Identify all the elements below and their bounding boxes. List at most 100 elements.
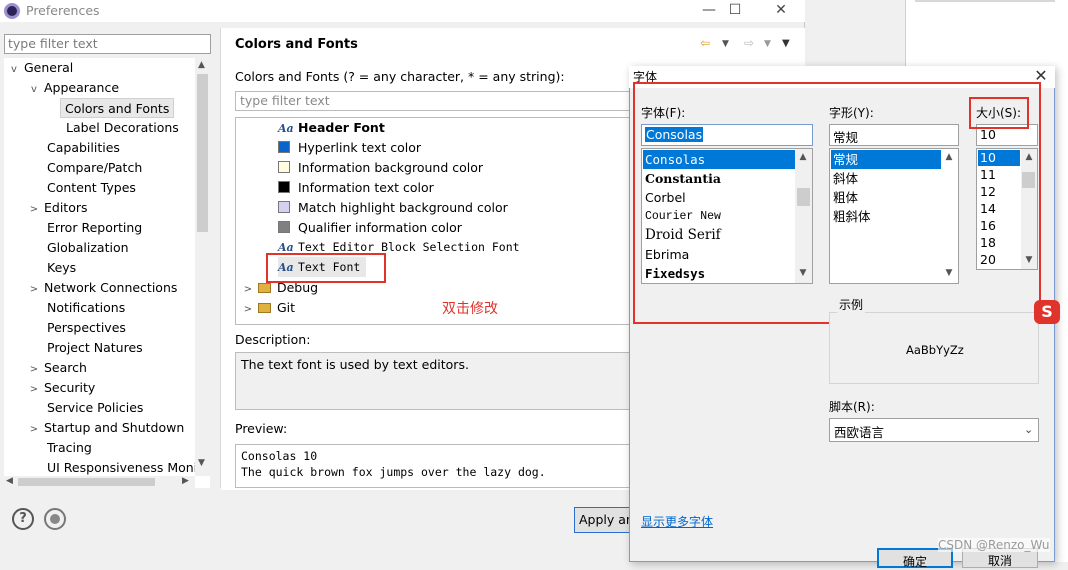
scroll-left-icon[interactable]: ◀ — [6, 476, 13, 486]
tree-item-colors-and-fonts[interactable]: Colors and Fonts — [60, 98, 175, 118]
tree-item-label: Keys — [47, 260, 77, 275]
close-button[interactable]: ✕ — [758, 0, 804, 22]
list-item-info-bg-color[interactable]: Information background color — [278, 158, 483, 178]
preview-sample: The quick brown fox jumps over the lazy … — [241, 465, 546, 479]
tree-item-appearance[interactable]: v Appearance — [28, 78, 119, 98]
tree-item-label-decorations[interactable]: Label Decorations — [66, 118, 179, 138]
list-item-label: Information background color — [298, 160, 484, 175]
list-item-match-highlight-color[interactable]: Match highlight background color — [278, 198, 508, 218]
chevron-down-icon[interactable]: ⌄ — [1024, 423, 1033, 436]
text-font-highlight — [266, 253, 386, 283]
color-swatch-icon — [278, 221, 290, 233]
chevron-down-icon[interactable]: v — [8, 60, 20, 80]
list-item-label: Header Font — [298, 120, 385, 135]
tree-item-label: Project Natures — [47, 340, 143, 355]
tree-item-label: Security — [43, 380, 96, 395]
page-title: Colors and Fonts — [235, 37, 358, 52]
tree-item-compare-patch[interactable]: Compare/Patch — [47, 158, 142, 178]
tree-item-service-policies[interactable]: Service Policies — [47, 398, 143, 418]
tree-scroll-thumb[interactable] — [197, 74, 208, 232]
tree-item-security[interactable]: > Security — [28, 378, 96, 400]
back-dropdown-icon[interactable]: ▼ — [722, 39, 729, 49]
tree-item-ui-responsiveness[interactable]: UI Responsiveness Monit — [47, 458, 202, 478]
list-item-label: Text Editor Block Selection Font — [298, 240, 520, 254]
tree-item-label: General — [23, 60, 74, 75]
chevron-right-icon[interactable]: > — [242, 280, 254, 300]
tree-item-label: Globalization — [47, 240, 129, 255]
record-dot — [50, 514, 60, 524]
tree-item-label: Content Types — [47, 180, 136, 195]
tree-item-label: UI Responsiveness Monit — [47, 460, 203, 475]
preview-box: Consolas 10 The quick brown fox jumps ov… — [235, 444, 635, 488]
list-item-qualifier-color[interactable]: Qualifier information color — [278, 218, 462, 238]
tree-item-label: Editors — [43, 200, 88, 215]
sample-label: 示例 — [837, 296, 866, 313]
title-bar — [0, 0, 805, 22]
sogou-ime-icon[interactable]: S — [1034, 300, 1060, 324]
tree-item-label: Network Connections — [43, 280, 178, 295]
colors-fonts-tree: Aa Header Font Hyperlink text color Infor… — [235, 117, 635, 325]
chevron-down-icon[interactable]: v — [28, 80, 40, 100]
chevron-right-icon[interactable]: > — [242, 300, 254, 320]
category-git[interactable]: > Git — [242, 298, 295, 318]
tree-hscroll-thumb[interactable] — [18, 478, 155, 486]
show-more-fonts-link[interactable]: 显示更多字体 — [641, 513, 713, 530]
forward-dropdown-icon[interactable]: ▼ — [764, 39, 771, 49]
color-swatch-icon — [278, 161, 290, 173]
apply-and-close-button[interactable]: Apply and Close — [574, 507, 634, 533]
tree-item-editors[interactable]: > Editors — [28, 198, 88, 218]
description-text: The text font is used by text editors. — [241, 357, 469, 372]
preferences-tree: v General v Appearance Colors and Fonts … — [4, 58, 210, 488]
back-arrow-icon[interactable]: ⇦ — [700, 36, 710, 50]
tree-item-perspectives[interactable]: Perspectives — [47, 318, 126, 338]
maximize-button[interactable]: ☐ — [712, 0, 758, 22]
tree-item-network-connections[interactable]: > Network Connections — [28, 278, 178, 300]
list-item-header-font[interactable]: Aa Header Font — [278, 118, 385, 138]
tree-item-notifications[interactable]: Notifications — [47, 298, 125, 318]
window-title: Preferences — [26, 3, 100, 18]
chevron-right-icon[interactable]: > — [28, 380, 40, 400]
tree-item-general[interactable]: v General — [8, 58, 73, 78]
tree-item-label: Colors and Fonts — [65, 101, 170, 116]
list-item-hyperlink-color[interactable]: Hyperlink text color — [278, 138, 421, 158]
list-item-label: Hyperlink text color — [298, 140, 422, 155]
preview-label: Preview: — [235, 421, 288, 436]
help-icon[interactable]: ? — [12, 508, 34, 530]
scroll-up-icon[interactable]: ▲ — [198, 60, 205, 70]
annotation-text: 双击修改 — [442, 301, 498, 317]
description-label: Description: — [235, 332, 311, 347]
tree-item-label: Capabilities — [47, 140, 120, 155]
tree-item-capabilities[interactable]: Capabilities — [47, 138, 120, 158]
list-item-label: Match highlight background color — [298, 200, 508, 215]
description-box: The text font is used by text editors. — [235, 352, 635, 410]
tree-filter-input[interactable]: type filter text — [4, 34, 211, 54]
list-item-label: Qualifier information color — [298, 220, 462, 235]
tree-item-tracing[interactable]: Tracing — [47, 438, 92, 458]
tree-item-startup-shutdown[interactable]: > Startup and Shutdown — [28, 418, 184, 438]
scroll-right-icon[interactable]: ▶ — [182, 476, 189, 486]
tree-item-error-reporting[interactable]: Error Reporting — [47, 218, 142, 238]
tree-item-content-types[interactable]: Content Types — [47, 178, 136, 198]
tree-item-label: Label Decorations — [66, 120, 179, 135]
size-label-highlight — [969, 97, 1029, 129]
chevron-right-icon[interactable]: > — [28, 420, 40, 440]
color-swatch-icon — [278, 201, 290, 213]
tree-item-globalization[interactable]: Globalization — [47, 238, 129, 258]
tree-item-search[interactable]: > Search — [28, 358, 87, 378]
list-item-info-text-color[interactable]: Information text color — [278, 178, 434, 198]
tree-item-project-natures[interactable]: Project Natures — [47, 338, 143, 358]
chevron-right-icon[interactable]: > — [28, 200, 40, 220]
tree-item-label: Service Policies — [47, 400, 144, 415]
view-menu-icon[interactable]: ▼ — [782, 38, 790, 49]
tree-item-keys[interactable]: Keys — [47, 258, 76, 278]
forward-arrow-icon[interactable]: ⇨ — [744, 36, 754, 50]
script-select[interactable]: 西欧语言 — [829, 418, 1039, 442]
colors-filter-input[interactable]: type filter text — [235, 91, 635, 111]
scroll-down-icon[interactable]: ▼ — [198, 458, 205, 468]
background-line — [915, 0, 1055, 2]
chevron-right-icon[interactable]: > — [28, 280, 40, 300]
chevron-right-icon[interactable]: > — [28, 360, 40, 380]
color-swatch-icon — [278, 141, 290, 153]
script-label: 脚本(R): — [829, 400, 875, 414]
tree-item-label: Appearance — [43, 80, 120, 95]
